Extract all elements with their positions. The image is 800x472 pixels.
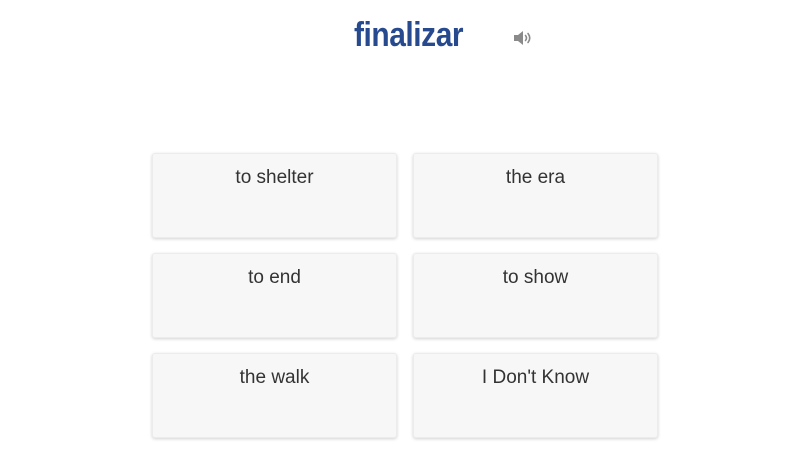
choice-to-show[interactable]: to show [413, 253, 658, 338]
choice-to-end[interactable]: to end [152, 253, 397, 338]
quiz-page: finalizar to shelter the era to end to s… [0, 0, 800, 472]
answer-choices: to shelter the era to end to show the wa… [152, 153, 658, 438]
choice-the-walk[interactable]: the walk [152, 353, 397, 438]
choice-the-era[interactable]: the era [413, 153, 658, 238]
word-header: finalizar [0, 12, 800, 62]
choice-i-dont-know[interactable]: I Don't Know [413, 353, 658, 438]
speaker-icon[interactable] [512, 29, 534, 47]
prompt-word: finalizar [354, 16, 464, 54]
choice-to-shelter[interactable]: to shelter [152, 153, 397, 238]
